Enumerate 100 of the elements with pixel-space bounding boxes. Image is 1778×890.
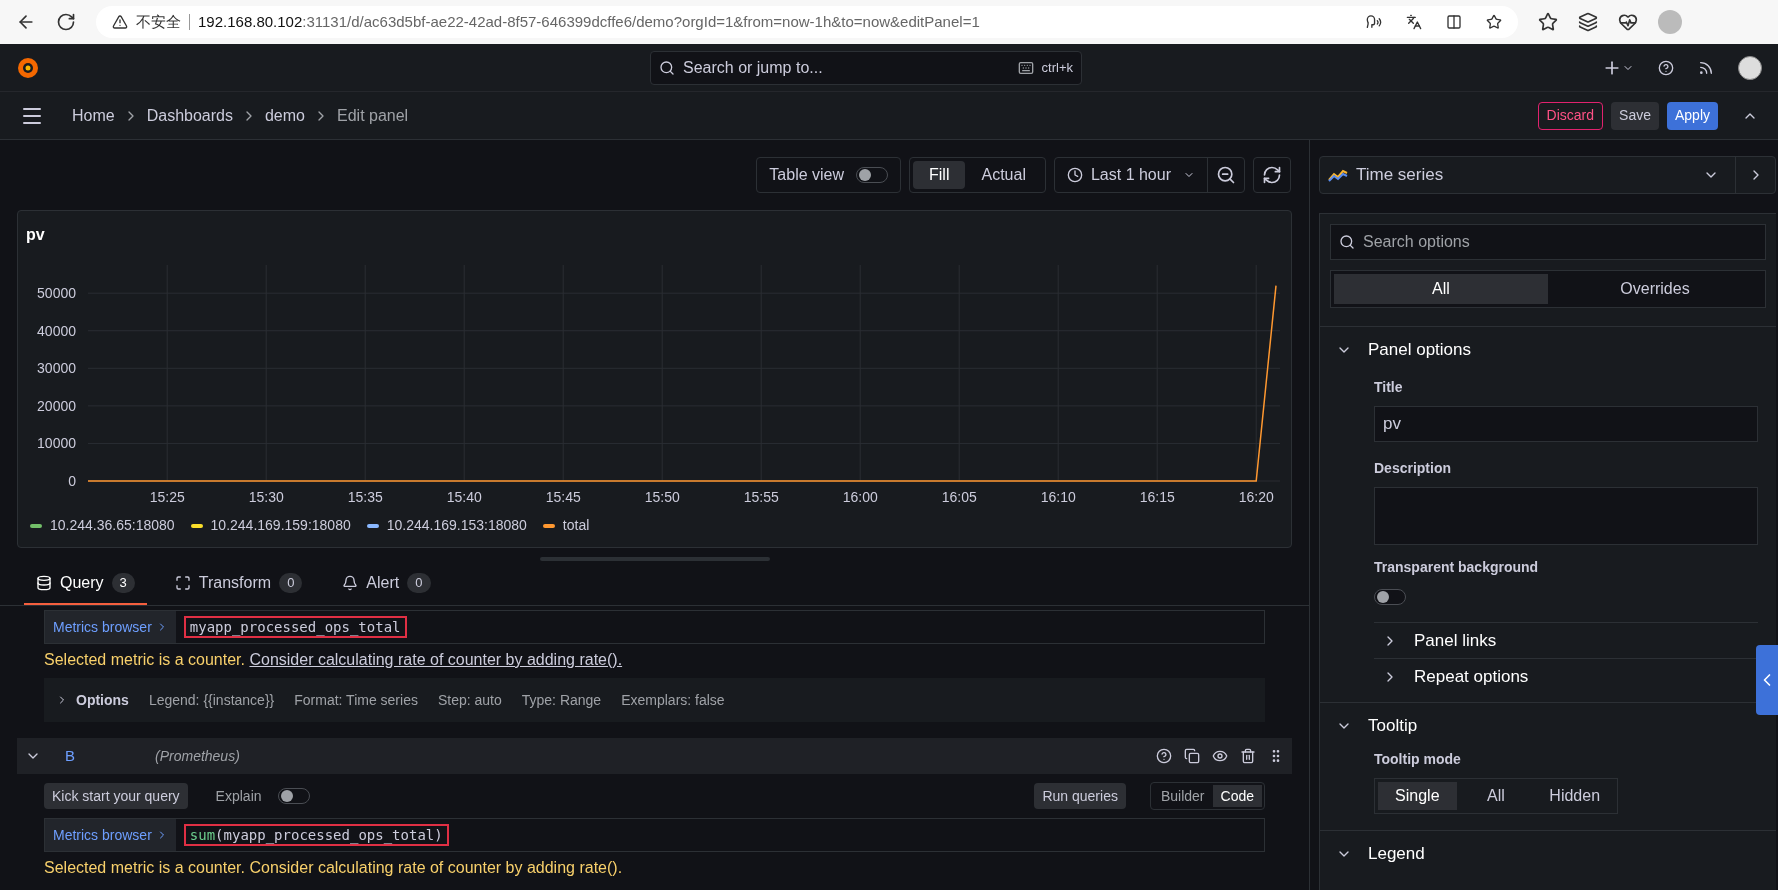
search-placeholder: Search or jump to... — [683, 57, 824, 78]
discard-button[interactable]: Discard — [1537, 101, 1604, 130]
health-icon[interactable] — [1618, 12, 1638, 32]
warning-icon — [112, 14, 128, 30]
y-axis-label: 10000 — [37, 435, 76, 452]
visualization-picker[interactable]: Time series — [1319, 156, 1776, 194]
option-summary: Legend: {{instance}} — [148, 690, 275, 710]
news-icon[interactable] — [1698, 59, 1714, 76]
help-icon[interactable] — [1156, 748, 1172, 764]
view-mode-option[interactable]: Fill — [913, 161, 966, 189]
x-axis-label: 15:25 — [149, 489, 185, 505]
x-axis-label: 15:40 — [446, 489, 482, 505]
help-icon[interactable] — [1658, 59, 1674, 76]
query-tab[interactable]: Transform 0 — [162, 571, 315, 605]
datasource-label: (Prometheus) — [155, 746, 240, 766]
editor-mode-option[interactable]: Builder — [1152, 785, 1213, 807]
description-input[interactable] — [1374, 487, 1758, 545]
query-input[interactable]: myapp_processed_ops_total — [183, 616, 407, 638]
delete-icon[interactable] — [1240, 748, 1256, 764]
favorite-icon[interactable] — [1486, 14, 1502, 30]
user-avatar[interactable] — [1738, 55, 1762, 80]
option-summary: Type: Range — [521, 690, 602, 710]
view-mode-option[interactable]: Actual — [965, 161, 1042, 189]
field-label: Description — [1374, 459, 1452, 478]
table-view-control[interactable]: Table view — [756, 157, 902, 193]
search-field[interactable]: Search or jump to... ctrl+k — [650, 50, 1082, 85]
query-input[interactable]: sum(myapp_processed_ops_total) — [183, 824, 449, 846]
metrics-browser-button[interactable]: Metrics browser — [45, 611, 176, 643]
duplicate-icon[interactable] — [1184, 748, 1200, 764]
field-label: Title — [1374, 378, 1404, 397]
field-label: Transparent background — [1374, 558, 1540, 577]
translate-icon[interactable] — [1406, 14, 1422, 30]
database-icon — [36, 575, 52, 591]
table-view-switch[interactable] — [856, 167, 889, 183]
x-axis-label: 16:00 — [842, 489, 878, 505]
x-axis-label: 16:20 — [1238, 489, 1274, 505]
url-text: 192.168.80.102:31131/d/ac63d5bf-ae22-42ad-8f57-646399dcffe6/demo?orgId=1&from=now-1h&to=now&editPanel=1 — [198, 11, 980, 32]
save-button[interactable]: Save — [1611, 101, 1659, 130]
subsection-title[interactable]: Repeat options — [1414, 663, 1529, 690]
y-axis-label: 20000 — [37, 397, 76, 414]
search-placeholder: Search options — [1363, 232, 1470, 252]
run-queries-button[interactable]: Run queries — [1034, 783, 1126, 809]
address-bar[interactable]: 不安全 192.168.80.102:31131/d/ac63d5bf-ae22-42ad-8f57-646399dcffe6/demo?orgId=1&from=now-1h&to=now&editPanel=1 — [96, 6, 1518, 38]
counter-warning: Selected metric is a counter. Consider calculating rate of counter by adding rate(). — [44, 650, 624, 670]
y-axis-label: 50000 — [37, 285, 76, 302]
tooltip-mode-option[interactable]: All — [1456, 782, 1536, 810]
options-tab[interactable]: All — [1334, 274, 1548, 304]
metrics-browser-button[interactable]: Metrics browser — [45, 819, 176, 851]
rate-hint-link[interactable]: Consider calculating rate of counter by adding rate(). — [249, 651, 623, 668]
query-letter[interactable]: B — [65, 744, 75, 768]
breadcrumb-link[interactable]: Dashboards — [146, 103, 233, 128]
x-axis-label: 15:55 — [743, 489, 779, 505]
options-tab[interactable]: Overrides — [1548, 274, 1762, 304]
breadcrumb-link[interactable]: Home — [72, 103, 115, 128]
section-title[interactable]: Legend — [1368, 841, 1425, 867]
explain-label: Explain — [215, 786, 262, 806]
refresh-button[interactable] — [1253, 157, 1291, 193]
counter-warning: Selected metric is a counter. Consider calculating rate of counter by adding rate(). — [44, 858, 624, 878]
search-icon — [1339, 234, 1355, 250]
bell-icon — [342, 575, 359, 591]
explain-switch[interactable] — [277, 788, 310, 804]
tooltip-mode-option[interactable]: Single — [1378, 782, 1457, 810]
options-label: Options — [76, 690, 129, 710]
x-axis-label: 16:15 — [1139, 489, 1175, 505]
x-axis-label: 15:35 — [347, 489, 383, 505]
y-axis-label: 40000 — [37, 322, 76, 339]
legend-label[interactable]: 10.244.169.153:18080 — [386, 515, 527, 536]
apply-button[interactable]: Apply — [1666, 101, 1718, 130]
editor-mode-option[interactable]: Code — [1212, 785, 1262, 807]
kick-start-button[interactable]: Kick start your query — [44, 783, 188, 809]
y-axis-label: 30000 — [37, 360, 76, 377]
shortcut-hint: ctrl+k — [1041, 58, 1073, 77]
option-summary: Exemplars: false — [621, 690, 725, 710]
x-axis-label: 15:50 — [644, 489, 680, 505]
x-axis-label: 15:30 — [248, 489, 284, 505]
search-options-field[interactable]: Search options — [1330, 224, 1766, 260]
panel-title: pv — [25, 225, 46, 245]
query-tab[interactable]: Query 3 — [24, 571, 147, 605]
favorites-icon[interactable] — [1538, 12, 1558, 32]
read-aloud-icon[interactable] — [1366, 14, 1382, 30]
tooltip-mode-option[interactable]: Hidden — [1535, 782, 1614, 810]
transparent-switch[interactable] — [1374, 589, 1406, 605]
section-title[interactable]: Tooltip — [1368, 713, 1418, 739]
title-input[interactable]: pv — [1374, 406, 1758, 442]
legend-label[interactable]: total — [562, 515, 590, 536]
collections-icon[interactable] — [1578, 12, 1598, 32]
breadcrumb-link[interactable]: demo — [264, 103, 305, 128]
legend-label[interactable]: 10.244.36.65:18080 — [50, 515, 175, 536]
eye-icon[interactable] — [1212, 748, 1228, 764]
options-row[interactable]: Options Legend: {{instance}} Format: Time series Step: auto Type: Range Exemplars: false — [44, 678, 1265, 722]
zoom-out-icon — [1216, 165, 1236, 185]
split-screen-icon[interactable] — [1446, 14, 1462, 30]
legend-label[interactable]: 10.244.169.159:18080 — [210, 515, 351, 536]
query-tab[interactable]: Alert 0 — [330, 571, 443, 605]
reload-icon[interactable] — [56, 12, 76, 32]
subsection-title[interactable]: Panel links — [1414, 627, 1497, 654]
clock-icon — [1066, 167, 1083, 183]
table-view-label: Table view — [769, 165, 845, 185]
search-icon — [659, 59, 675, 76]
section-title[interactable]: Panel options — [1368, 337, 1472, 363]
